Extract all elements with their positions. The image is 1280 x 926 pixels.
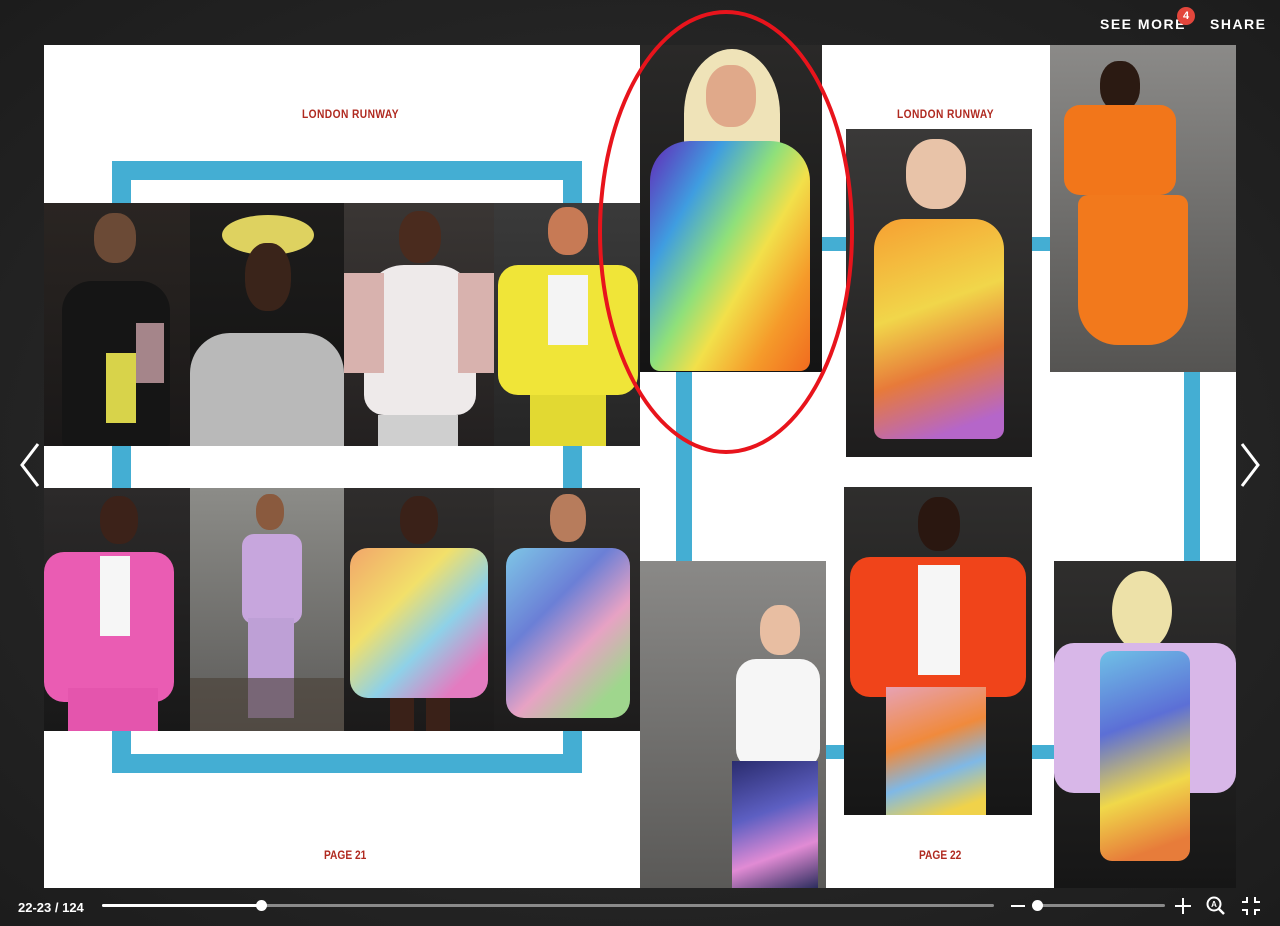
runway-photo — [640, 561, 826, 888]
right-page-heading: LONDON RUNWAY — [897, 107, 994, 121]
zoom-slider[interactable] — [1032, 900, 1165, 911]
runway-photo — [190, 488, 344, 731]
page-progress-fill — [102, 904, 261, 907]
magnifier-a-icon[interactable]: A — [1205, 895, 1227, 917]
blue-connector-horizontal-2 — [1030, 237, 1050, 251]
runway-photo — [494, 488, 640, 731]
magazine-spread: LONDON RUNWAY LONDON RUNWAY PAGE 21 PAGE… — [44, 45, 1236, 888]
chevron-left-icon — [20, 443, 40, 487]
runway-photo — [1054, 561, 1236, 888]
notification-badge: 4 — [1177, 7, 1195, 25]
runway-photo — [44, 488, 190, 731]
next-page-button[interactable] — [1236, 440, 1264, 490]
blue-connector-horizontal-4 — [1032, 745, 1056, 759]
svg-text:A: A — [1211, 900, 1217, 909]
runway-photo — [494, 203, 640, 446]
right-page-number: PAGE 22 — [919, 848, 962, 862]
left-page-number: PAGE 21 — [324, 848, 367, 862]
page-counter: 22-23 / 124 — [18, 900, 84, 915]
blue-frame-bottom — [112, 754, 582, 773]
runway-photo-highlighted — [640, 45, 822, 372]
runway-photo — [1050, 45, 1236, 372]
blue-frame-top — [112, 161, 582, 180]
previous-page-button[interactable] — [16, 440, 44, 490]
runway-photo — [44, 203, 190, 446]
runway-photo — [344, 488, 494, 731]
runway-photo — [344, 203, 494, 446]
collapse-icon[interactable] — [1240, 895, 1262, 917]
left-page-heading: LONDON RUNWAY — [302, 107, 399, 121]
share-button[interactable]: SHARE — [1210, 16, 1267, 32]
chevron-right-icon — [1240, 443, 1260, 487]
page-progress-slider[interactable] — [102, 900, 994, 911]
bottom-toolbar: 22-23 / 124 — [0, 888, 1280, 926]
blue-connector-vertical-1 — [676, 367, 692, 562]
minus-icon[interactable] — [1009, 897, 1027, 915]
top-bar: SEE MORE 4 SHARE — [0, 0, 1280, 45]
runway-photo — [846, 129, 1032, 457]
plus-icon[interactable] — [1173, 896, 1193, 916]
runway-photo — [844, 487, 1032, 815]
blue-connector-vertical-2 — [1184, 367, 1200, 562]
zoom-slider-thumb[interactable] — [1032, 900, 1043, 911]
runway-photo — [190, 203, 344, 446]
see-more-button[interactable]: SEE MORE — [1100, 16, 1186, 32]
page-progress-thumb[interactable] — [255, 900, 267, 911]
